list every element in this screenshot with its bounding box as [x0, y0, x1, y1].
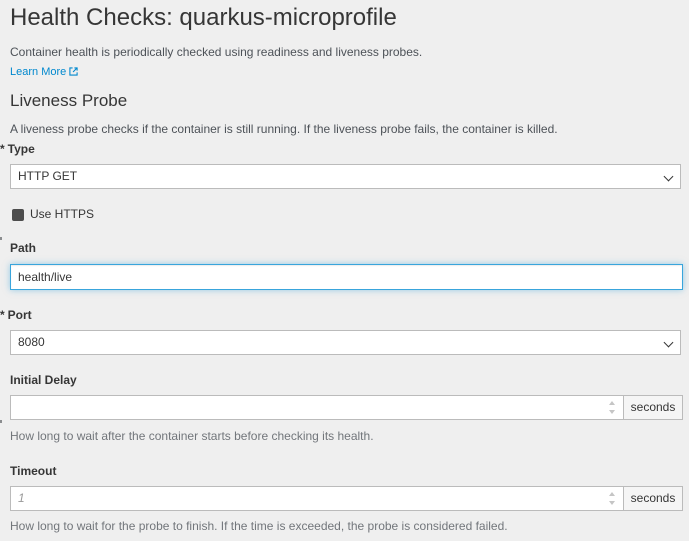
- type-label: * Type: [0, 142, 35, 156]
- timeout-input[interactable]: 1: [10, 486, 624, 511]
- use-https-checkbox[interactable]: [12, 209, 24, 221]
- path-input[interactable]: health/live: [10, 264, 683, 290]
- chevron-down-icon: [663, 171, 674, 182]
- path-input-value: health/live: [18, 270, 73, 284]
- page-intro: Container health is periodically checked…: [10, 45, 423, 59]
- probe-description: A liveness probe checks if the container…: [10, 122, 558, 136]
- port-select-value: 8080: [18, 335, 45, 349]
- field-tick: [0, 420, 2, 423]
- type-select[interactable]: HTTP GET: [10, 164, 681, 189]
- required-mark: *: [0, 308, 5, 322]
- spinner-icon[interactable]: [609, 399, 615, 416]
- field-tick: [0, 237, 2, 240]
- page-title: Health Checks: quarkus-microprofile: [10, 4, 397, 31]
- spin-down-icon[interactable]: [609, 410, 615, 414]
- spin-down-icon[interactable]: [609, 501, 615, 505]
- initial-delay-group: seconds: [10, 395, 683, 420]
- timeout-unit: seconds: [624, 486, 683, 511]
- port-label: * Port: [0, 308, 32, 322]
- type-label-text: Type: [7, 142, 35, 156]
- health-checks-page: Health Checks: quarkus-microprofile Cont…: [0, 0, 689, 541]
- timeout-label: Timeout: [10, 464, 57, 478]
- initial-delay-label: Initial Delay: [10, 373, 77, 387]
- spin-up-icon[interactable]: [609, 492, 615, 496]
- type-select-value: HTTP GET: [18, 169, 78, 183]
- path-label: Path: [10, 241, 37, 255]
- spin-up-icon[interactable]: [609, 401, 615, 405]
- port-select[interactable]: 8080: [10, 330, 681, 355]
- external-link-icon: [69, 67, 78, 76]
- timeout-help: How long to wait for the probe to finish…: [10, 519, 508, 533]
- use-https-label: Use HTTPS: [30, 207, 95, 221]
- timeout-placeholder: 1: [18, 491, 25, 505]
- initial-delay-input[interactable]: [10, 395, 624, 420]
- chevron-down-icon: [663, 337, 674, 348]
- initial-delay-help: How long to wait after the container sta…: [10, 429, 374, 443]
- probe-title: Liveness Probe: [10, 91, 128, 110]
- spinner-icon[interactable]: [609, 490, 615, 507]
- port-label-text: Port: [7, 308, 32, 322]
- initial-delay-unit: seconds: [624, 395, 683, 420]
- timeout-group: 1 seconds: [10, 486, 683, 511]
- learn-more-link[interactable]: Learn More: [10, 66, 78, 78]
- required-mark: *: [0, 142, 5, 156]
- learn-more-label: Learn More: [10, 66, 67, 78]
